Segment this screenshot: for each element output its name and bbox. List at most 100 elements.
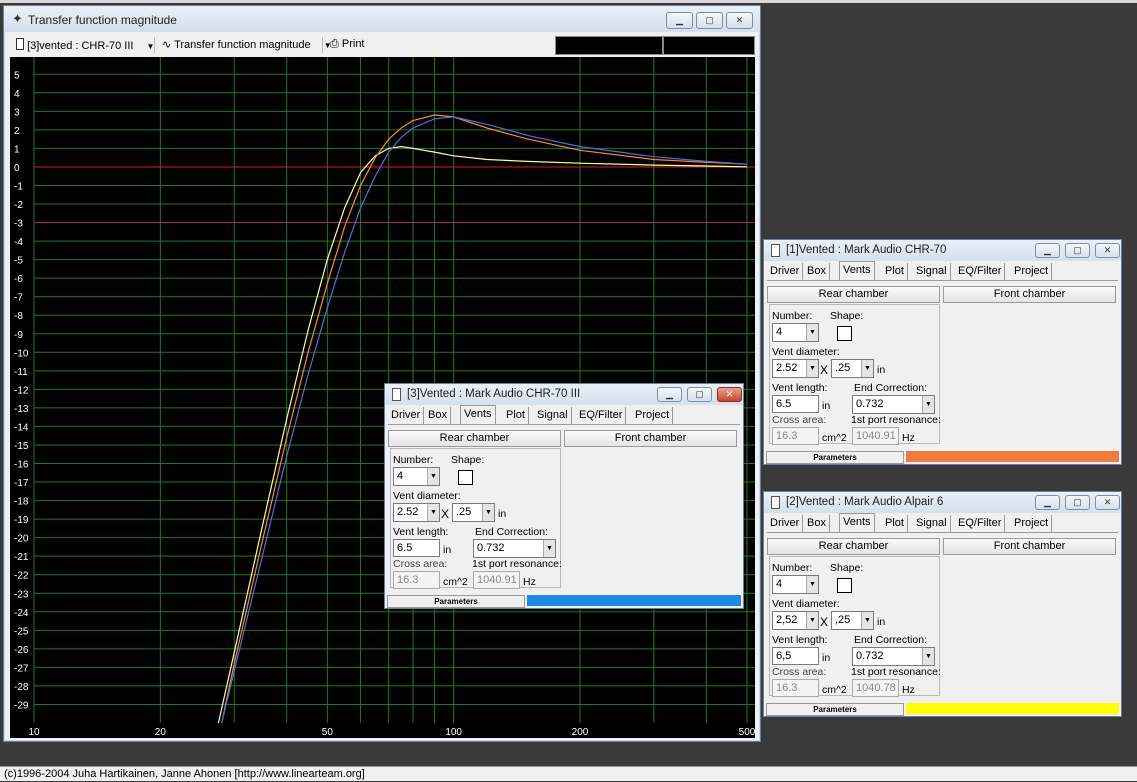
tab-box[interactable]: Box — [804, 515, 830, 532]
maximize-button[interactable]: ▢ — [1065, 495, 1090, 510]
tab-plot[interactable]: Plot — [882, 263, 908, 280]
tab-driver[interactable]: Driver — [767, 263, 803, 280]
cross-area-field: 16.3 — [772, 427, 819, 445]
number-select[interactable]: 4 ▼ — [393, 467, 440, 486]
y-tick-label: -19 — [14, 515, 29, 526]
param-titlebar[interactable]: [1]Vented : Mark Audio CHR-70 ▁ ▢ ✕ — [764, 240, 1121, 261]
tab-vents[interactable]: Vents — [460, 405, 496, 425]
y-tick-label: 3 — [14, 107, 20, 118]
param-titlebar[interactable]: [2]Vented : Mark Audio Alpair 6 ▁ ▢ ✕ — [764, 492, 1121, 513]
vent-length-input[interactable]: 6.5 — [772, 395, 819, 413]
driver-color-bar — [906, 703, 1119, 714]
driver-color-bar — [527, 595, 741, 606]
vent-diameter-select[interactable]: 2,52 ▼ — [772, 611, 819, 630]
number-value: 4 — [397, 470, 403, 482]
vent-diameter-select[interactable]: 2.52 ▼ — [772, 359, 819, 378]
param-titlebar[interactable]: [3]Vented : Mark Audio CHR-70 III ▁ ▢ ✕ — [385, 384, 743, 405]
tab-eq-filter[interactable]: EQ/Filter — [955, 515, 1005, 532]
cross-area-value: 16.3 — [776, 430, 797, 442]
tab-plot[interactable]: Plot — [503, 407, 529, 424]
close-button[interactable]: ✕ — [726, 12, 753, 29]
y-tick-label: -26 — [14, 645, 29, 656]
front-chamber-button[interactable]: Front chamber — [943, 538, 1116, 555]
tab-project[interactable]: Project — [632, 407, 673, 424]
tab-driver[interactable]: Driver — [767, 515, 803, 532]
tab-driver[interactable]: Driver — [388, 407, 424, 424]
vent-length-input[interactable]: 6,5 — [772, 647, 819, 665]
y-tick-label: -9 — [14, 330, 23, 341]
chevron-down-icon: ▼ — [922, 648, 934, 665]
close-button[interactable]: ✕ — [1095, 495, 1120, 510]
driver-color-bar — [906, 451, 1119, 462]
vent-diameter-unit: in — [877, 616, 885, 628]
tab-project[interactable]: Project — [1011, 263, 1052, 280]
tab-eq-filter[interactable]: EQ/Filter — [955, 263, 1005, 280]
number-select[interactable]: 4 ▼ — [772, 575, 819, 594]
resonance-field: 1040.91 — [852, 427, 899, 445]
param-window-title: [3]Vented : Mark Audio CHR-70 III — [407, 388, 580, 400]
y-tick-label: -28 — [14, 682, 29, 693]
view-select[interactable]: ∿ Transfer function magnitude ▼ — [162, 38, 332, 51]
tab-eq-filter[interactable]: EQ/Filter — [576, 407, 626, 424]
y-tick-label: -3 — [14, 219, 23, 230]
vent-diameter-value: 2.52 — [397, 506, 418, 518]
y-tick-label: 4 — [14, 89, 20, 100]
box-icon — [16, 38, 24, 50]
shape-selector[interactable] — [837, 578, 852, 593]
vent-diameter-value: 2.52 — [776, 362, 797, 374]
maximize-button[interactable]: ▢ — [696, 12, 723, 29]
tab-project[interactable]: Project — [1011, 515, 1052, 532]
tab-box[interactable]: Box — [425, 407, 451, 424]
close-button[interactable]: ✕ — [717, 387, 742, 402]
speaker-icon — [771, 244, 780, 257]
driver-select-label: [3]vented : CHR-70 III — [27, 40, 133, 52]
vent-diameter-2-select[interactable]: .25 ▼ — [452, 503, 495, 522]
parameters-status-label: Parameters — [766, 703, 904, 716]
vent-diameter-select[interactable]: 2.52 ▼ — [393, 503, 440, 522]
chevron-down-icon: ▼ — [806, 360, 818, 377]
rear-chamber-button[interactable]: Rear chamber — [767, 286, 940, 303]
vent-diameter-unit: in — [877, 364, 885, 376]
end-correction-select[interactable]: 0.732 ▼ — [473, 539, 556, 558]
vent-diameter-2-select[interactable]: .25 ▼ — [831, 359, 874, 378]
shape-selector[interactable] — [837, 326, 852, 341]
number-select[interactable]: 4 ▼ — [772, 323, 819, 342]
tab-plot[interactable]: Plot — [882, 515, 908, 532]
end-correction-label: End Correction: — [475, 526, 548, 538]
tab-signal[interactable]: Signal — [534, 407, 572, 424]
minimize-button[interactable]: ▁ — [666, 12, 693, 29]
minimize-button[interactable]: ▁ — [1035, 243, 1060, 258]
view-select-label: Transfer function magnitude — [174, 39, 311, 51]
tab-box[interactable]: Box — [804, 263, 830, 280]
front-chamber-button[interactable]: Front chamber — [564, 430, 737, 447]
driver-select[interactable]: [3]vented : CHR-70 III ▼ — [16, 38, 154, 52]
maximize-button[interactable]: ▢ — [1065, 243, 1090, 258]
vent-diameter-2-select[interactable]: ,25 ▼ — [831, 611, 874, 630]
y-tick-label: -25 — [14, 626, 29, 637]
resonance-value: 1040.91 — [856, 430, 896, 442]
minimize-button[interactable]: ▁ — [657, 387, 682, 402]
main-titlebar[interactable]: ✦ Transfer function magnitude ▁ ▢ ✕ — [4, 6, 760, 32]
y-tick-label: -20 — [14, 534, 29, 545]
y-tick-label: -11 — [14, 367, 28, 378]
tab-signal[interactable]: Signal — [913, 515, 951, 532]
end-correction-select[interactable]: 0.732 ▼ — [852, 647, 935, 666]
front-chamber-button[interactable]: Front chamber — [943, 286, 1116, 303]
rear-chamber-button[interactable]: Rear chamber — [767, 538, 940, 555]
vent-diameter-2-value: .25 — [456, 506, 471, 518]
cross-area-field: 16.3 — [393, 571, 440, 589]
end-correction-select[interactable]: 0.732 ▼ — [852, 395, 935, 414]
print-button[interactable]: ⎙ Print — [330, 38, 365, 51]
maximize-button[interactable]: ▢ — [687, 387, 712, 402]
tab-signal[interactable]: Signal — [913, 263, 951, 280]
tab-vents[interactable]: Vents — [839, 513, 875, 533]
y-tick-label: -10 — [14, 348, 29, 359]
vent-diameter-label: Vent diameter: — [393, 490, 461, 502]
vent-x-label: X — [820, 615, 828, 629]
vent-length-input[interactable]: 6.5 — [393, 539, 440, 557]
close-button[interactable]: ✕ — [1095, 243, 1120, 258]
shape-selector[interactable] — [458, 470, 473, 485]
tab-vents[interactable]: Vents — [839, 261, 875, 281]
rear-chamber-button[interactable]: Rear chamber — [388, 430, 561, 447]
minimize-button[interactable]: ▁ — [1035, 495, 1060, 510]
